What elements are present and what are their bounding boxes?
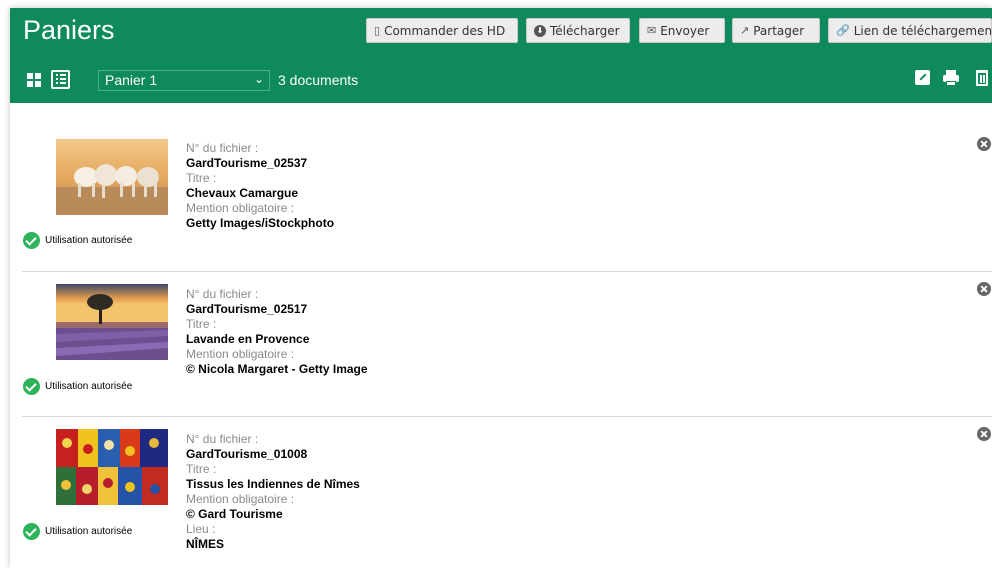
credit-label: Mention obligatoire : bbox=[186, 347, 295, 361]
title-label: Titre : bbox=[186, 462, 217, 476]
file-number-label: N° du fichier : bbox=[186, 287, 259, 301]
trash-icon[interactable] bbox=[976, 70, 988, 86]
order-hd-label: Commander des HD bbox=[384, 23, 506, 38]
chevron-down-icon: ⌄ bbox=[253, 72, 264, 86]
thumbnail-lavender[interactable] bbox=[56, 284, 168, 360]
title-label: Titre : bbox=[186, 171, 217, 185]
list-item: Utilisation autorisée N° du fichier : Ga… bbox=[10, 416, 992, 561]
download-link-button[interactable]: 🔗 Lien de téléchargement bbox=[828, 18, 992, 43]
status-badge: Utilisation autorisée bbox=[23, 523, 132, 540]
status-text: Utilisation autorisée bbox=[45, 235, 133, 246]
basket-select[interactable]: Panier 1 ⌄ bbox=[98, 70, 270, 91]
file-number-label: N° du fichier : bbox=[186, 432, 259, 446]
list-item: Utilisation autorisée N° du fichier : Ga… bbox=[10, 125, 992, 270]
thumbnail-horses[interactable] bbox=[56, 139, 168, 215]
download-label: Télécharger bbox=[550, 23, 620, 38]
credit-label: Mention obligatoire : bbox=[186, 492, 295, 506]
status-text: Utilisation autorisée bbox=[45, 526, 133, 537]
file-number-label: N° du fichier : bbox=[186, 141, 259, 155]
title-value: Tissus les Indiennes de Nîmes bbox=[186, 477, 360, 491]
credit-value: Getty Images/iStockphoto bbox=[186, 216, 335, 230]
check-circle-icon bbox=[23, 232, 40, 249]
status-text: Utilisation autorisée bbox=[45, 381, 133, 392]
place-label: Lieu : bbox=[186, 522, 216, 536]
file-number-value: GardTourisme_01008 bbox=[186, 447, 308, 461]
clipboard-icon: ▯ bbox=[374, 24, 381, 37]
status-badge: Utilisation autorisée bbox=[23, 232, 132, 249]
thumbnail-fabrics[interactable] bbox=[56, 429, 168, 505]
send-label: Envoyer bbox=[660, 23, 710, 38]
remove-item-icon[interactable] bbox=[977, 427, 991, 441]
link-icon: 🔗 bbox=[836, 24, 850, 37]
share-label: Partager bbox=[753, 23, 805, 38]
basket-select-value: Panier 1 bbox=[105, 72, 158, 88]
list-item: Utilisation autorisée N° du fichier : Ga… bbox=[10, 271, 992, 416]
document-count: 3 documents bbox=[278, 72, 359, 88]
envelope-icon: ✉ bbox=[647, 24, 657, 37]
baskets-panel: Paniers ▯ Commander des HD ⬇ Télécharger… bbox=[10, 8, 992, 568]
credit-value: © Gard Tourisme bbox=[186, 507, 283, 521]
share-button[interactable]: ↗ Partager bbox=[732, 18, 820, 43]
file-number-value: GardTourisme_02537 bbox=[186, 156, 308, 170]
order-hd-button[interactable]: ▯ Commander des HD bbox=[366, 18, 518, 43]
title-label: Titre : bbox=[186, 317, 217, 331]
check-circle-icon bbox=[23, 378, 40, 395]
header-bar: Paniers ▯ Commander des HD ⬇ Télécharger… bbox=[10, 8, 992, 103]
grid-view-icon[interactable] bbox=[27, 73, 41, 87]
item-metadata: N° du fichier : GardTourisme_01008 Titre… bbox=[186, 432, 360, 552]
title-value: Lavande en Provence bbox=[186, 332, 310, 346]
item-metadata: N° du fichier : GardTourisme_02517 Titre… bbox=[186, 287, 368, 377]
send-button[interactable]: ✉ Envoyer bbox=[639, 18, 725, 43]
place-value: NÎMES bbox=[186, 537, 225, 551]
download-link-label: Lien de téléchargement bbox=[853, 23, 992, 38]
share-icon: ↗ bbox=[740, 24, 750, 37]
download-icon: ⬇ bbox=[534, 24, 546, 37]
credit-label: Mention obligatoire : bbox=[186, 201, 295, 215]
page-title: Paniers bbox=[23, 15, 115, 45]
download-button[interactable]: ⬇ Télécharger bbox=[526, 18, 630, 43]
check-circle-icon bbox=[23, 523, 40, 540]
list-view-icon[interactable] bbox=[51, 70, 70, 89]
remove-item-icon[interactable] bbox=[977, 137, 991, 151]
print-icon[interactable] bbox=[943, 70, 959, 86]
credit-value: © Nicola Margaret - Getty Image bbox=[186, 362, 368, 376]
title-value: Chevaux Camargue bbox=[186, 186, 299, 200]
remove-item-icon[interactable] bbox=[977, 282, 991, 296]
file-number-value: GardTourisme_02517 bbox=[186, 302, 308, 316]
status-badge: Utilisation autorisée bbox=[23, 378, 132, 395]
item-metadata: N° du fichier : GardTourisme_02537 Titre… bbox=[186, 141, 334, 231]
edit-icon[interactable] bbox=[915, 70, 930, 85]
